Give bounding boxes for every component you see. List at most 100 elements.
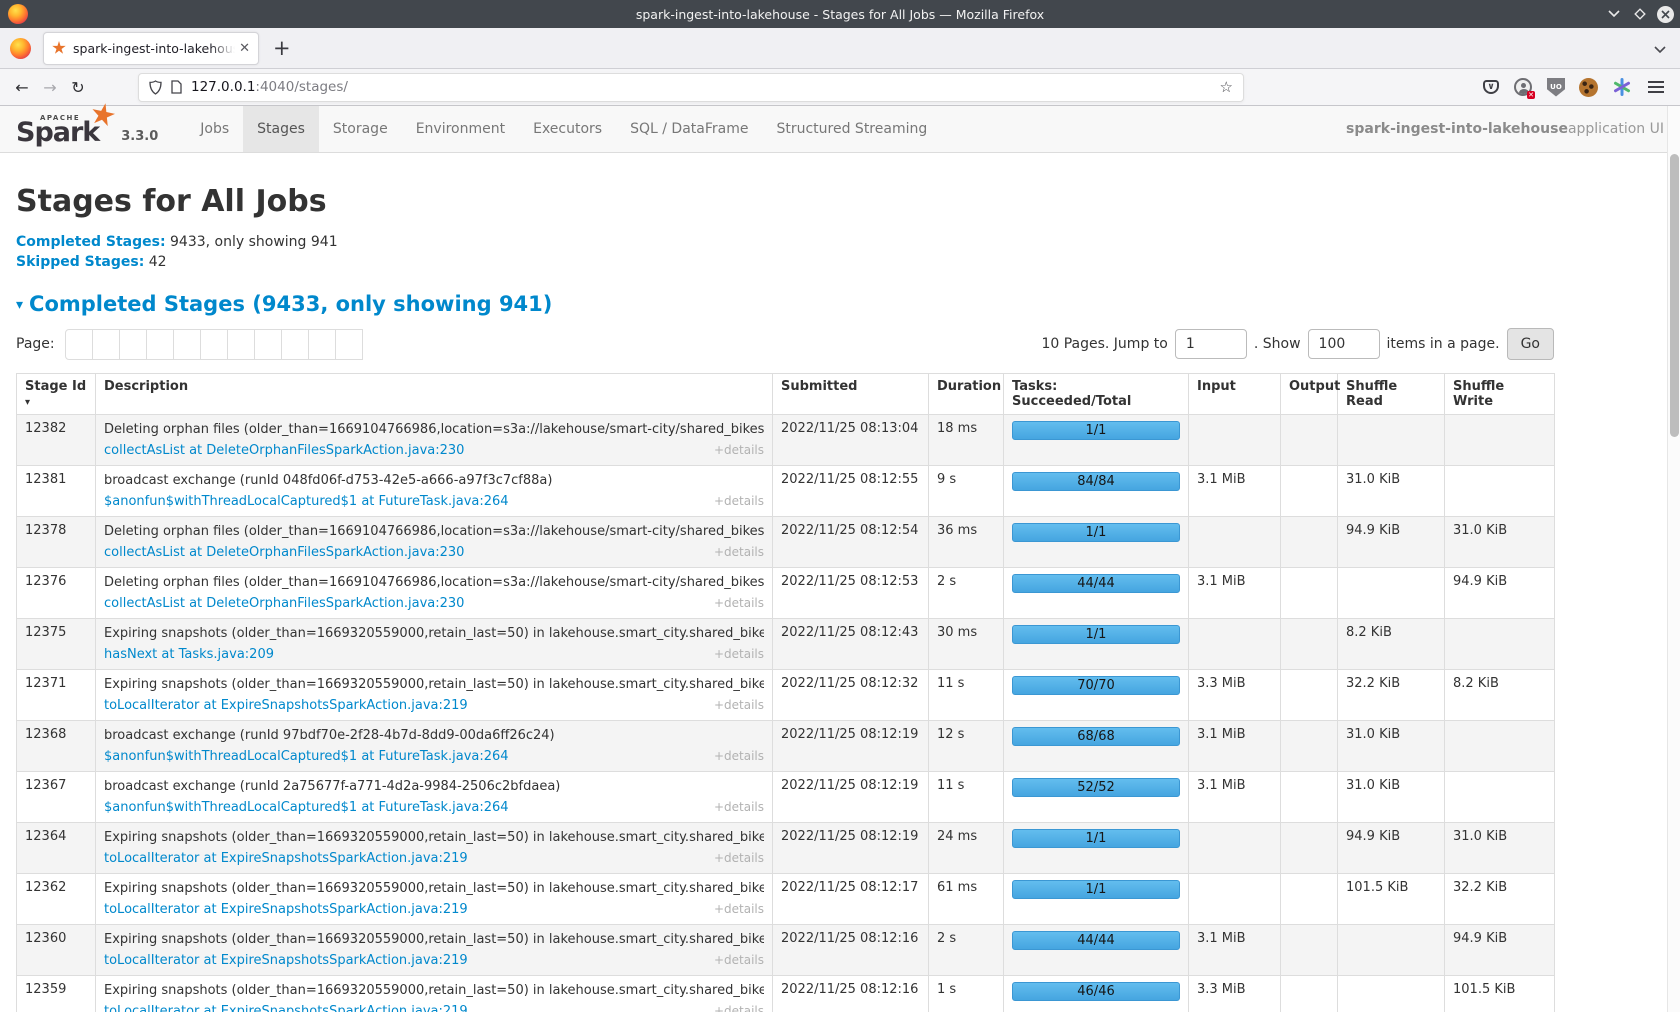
stage-tasks-cell: 1/1: [1004, 517, 1189, 568]
window-close-button[interactable]: [1657, 6, 1674, 23]
stage-shuffle-read-cell: 31.0 KiB: [1338, 466, 1445, 517]
go-button[interactable]: Go: [1507, 328, 1554, 360]
completed-stages-section-header[interactable]: ▾Completed Stages (9433, only showing 94…: [16, 292, 1667, 316]
scrollbar-thumb[interactable]: [1670, 154, 1679, 437]
tasks-progress-label: 1/1: [1086, 525, 1107, 540]
header-shuffle-write[interactable]: Shuffle Write: [1445, 374, 1555, 415]
ublock-shield-icon[interactable]: UO: [1547, 78, 1565, 97]
nav-item-storage[interactable]: Storage: [319, 106, 402, 152]
header-submitted[interactable]: Submitted: [773, 374, 929, 415]
tasks-progress-bar: 44/44: [1012, 574, 1180, 593]
header-tasks[interactable]: Tasks: Succeeded/Total: [1004, 374, 1189, 415]
stage-description-cell: Deleting orphan files (older_than=166910…: [96, 517, 773, 568]
page-number-button[interactable]: [92, 329, 120, 360]
stage-description-text: Expiring snapshots (older_than=166932055…: [104, 676, 764, 693]
stage-id-cell: 12362: [17, 874, 96, 925]
stage-duration-cell: 36 ms: [929, 517, 1004, 568]
stage-shuffle-read-cell: 94.9 KiB: [1338, 517, 1445, 568]
nav-item-sql-dataframe[interactable]: SQL / DataFrame: [616, 106, 762, 152]
account-extension-icon[interactable]: ✕: [1513, 77, 1533, 97]
forward-button[interactable]: →: [36, 74, 64, 100]
browser-tab[interactable]: spark-ingest-into-lakehous ✕: [43, 32, 259, 65]
stage-duration-cell: 11 s: [929, 772, 1004, 823]
page-info-icon[interactable]: [171, 80, 182, 94]
stage-callsite-link[interactable]: toLocalIterator at ExpireSnapshotsSparkA…: [104, 1004, 468, 1012]
page-number-button[interactable]: [200, 329, 228, 360]
stage-callsite-link[interactable]: collectAsList at DeleteOrphanFilesSparkA…: [104, 596, 464, 612]
nav-item-jobs[interactable]: Jobs: [186, 106, 243, 152]
header-input[interactable]: Input: [1189, 374, 1281, 415]
stage-callsite-link[interactable]: toLocalIterator at ExpireSnapshotsSparkA…: [104, 698, 468, 714]
details-toggle[interactable]: +details: [714, 850, 764, 866]
nav-item-executors[interactable]: Executors: [519, 106, 616, 152]
details-toggle[interactable]: +details: [714, 952, 764, 968]
new-tab-button[interactable]: +: [273, 38, 291, 59]
page-number-button[interactable]: [119, 329, 147, 360]
page-scrollbar[interactable]: [1667, 106, 1680, 1012]
stage-callsite-link[interactable]: collectAsList at DeleteOrphanFilesSparkA…: [104, 545, 464, 561]
spark-brand[interactable]: APACHE Spark 3.3.0: [0, 106, 168, 152]
all-tabs-chevron-icon[interactable]: [1654, 39, 1666, 58]
header-output[interactable]: Output: [1281, 374, 1338, 415]
stage-input-cell: 3.3 MiB: [1189, 670, 1281, 721]
stage-callsite-link[interactable]: $anonfun$withThreadLocalCaptured$1 at Fu…: [104, 749, 509, 765]
page-number-button[interactable]: [65, 329, 93, 360]
items-per-page-input[interactable]: [1308, 329, 1380, 359]
stage-callsite-link[interactable]: toLocalIterator at ExpireSnapshotsSparkA…: [104, 902, 468, 918]
bookmark-star-icon[interactable]: ☆: [1220, 78, 1233, 96]
page-number-button[interactable]: [254, 329, 282, 360]
header-description[interactable]: Description: [96, 374, 773, 415]
stage-description-cell: Deleting orphan files (older_than=166910…: [96, 415, 773, 466]
tasks-progress-label: 46/46: [1077, 984, 1114, 999]
application-ui-label: spark-ingest-into-lakehouse application …: [1346, 106, 1680, 152]
nav-item-environment[interactable]: Environment: [402, 106, 519, 152]
jump-to-page-input[interactable]: [1175, 329, 1247, 359]
reload-button[interactable]: ↻: [64, 74, 92, 100]
details-toggle[interactable]: +details: [714, 697, 764, 713]
details-toggle[interactable]: +details: [714, 799, 764, 815]
details-toggle[interactable]: +details: [714, 748, 764, 764]
nav-item-structured-streaming[interactable]: Structured Streaming: [762, 106, 941, 152]
tasks-progress-label: 44/44: [1077, 933, 1114, 948]
pocket-icon[interactable]: ∨: [1483, 80, 1499, 94]
stage-callsite-link[interactable]: toLocalIterator at ExpireSnapshotsSparkA…: [104, 953, 468, 969]
stage-callsite-link[interactable]: toLocalIterator at ExpireSnapshotsSparkA…: [104, 851, 468, 867]
stage-callsite-link[interactable]: hasNext at Tasks.java:209: [104, 647, 274, 663]
stage-callsite-link[interactable]: $anonfun$withThreadLocalCaptured$1 at Fu…: [104, 494, 509, 510]
window-maximize-button[interactable]: [1631, 6, 1648, 23]
stage-tasks-cell: 68/68: [1004, 721, 1189, 772]
header-shuffle-read[interactable]: Shuffle Read: [1338, 374, 1445, 415]
hamburger-menu-icon[interactable]: [1646, 77, 1666, 97]
header-stage-id[interactable]: Stage Id ▾: [17, 374, 96, 415]
details-toggle[interactable]: +details: [714, 493, 764, 509]
stage-callsite-link[interactable]: $anonfun$withThreadLocalCaptured$1 at Fu…: [104, 800, 509, 816]
details-toggle[interactable]: +details: [714, 595, 764, 611]
page-number-button[interactable]: [146, 329, 174, 360]
page-number-button[interactable]: [173, 329, 201, 360]
stage-callsite-link[interactable]: collectAsList at DeleteOrphanFilesSparkA…: [104, 443, 464, 459]
url-bar[interactable]: 127.0.0.1:4040/stages/ ☆: [138, 73, 1244, 102]
shield-icon[interactable]: [149, 80, 162, 95]
page-number-button[interactable]: [308, 329, 336, 360]
details-toggle[interactable]: +details: [714, 646, 764, 662]
nav-item-stages[interactable]: Stages: [243, 106, 319, 152]
page-number-button[interactable]: [281, 329, 309, 360]
tab-close-icon[interactable]: ✕: [239, 41, 250, 56]
details-toggle[interactable]: +details: [714, 1003, 764, 1012]
stage-description-cell: Expiring snapshots (older_than=166932055…: [96, 619, 773, 670]
header-duration[interactable]: Duration: [929, 374, 1004, 415]
details-toggle[interactable]: +details: [714, 442, 764, 458]
page-number-button[interactable]: [227, 329, 255, 360]
back-button[interactable]: ←: [8, 74, 36, 100]
stage-input-cell: [1189, 874, 1281, 925]
asterisk-extension-icon[interactable]: [1612, 77, 1632, 97]
stage-shuffle-read-cell: 31.0 KiB: [1338, 721, 1445, 772]
stage-shuffle-read-cell: [1338, 976, 1445, 1012]
stage-description-cell: Deleting orphan files (older_than=166910…: [96, 568, 773, 619]
page-number-button[interactable]: [335, 329, 363, 360]
cookie-extension-icon[interactable]: [1579, 78, 1598, 97]
stage-id-cell: 12360: [17, 925, 96, 976]
details-toggle[interactable]: +details: [714, 544, 764, 560]
details-toggle[interactable]: +details: [714, 901, 764, 917]
window-minimize-button[interactable]: [1605, 6, 1622, 23]
